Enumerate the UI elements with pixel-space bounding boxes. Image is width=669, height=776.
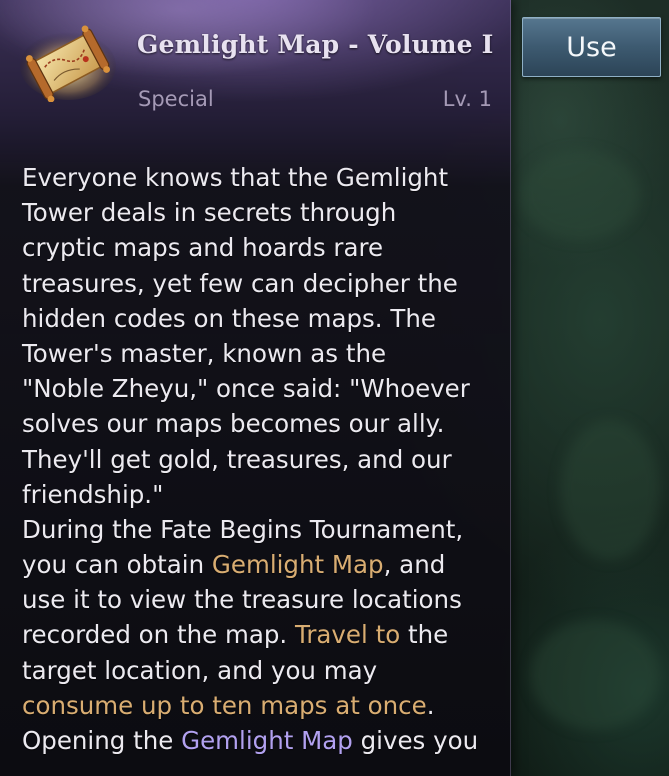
description-text: you can obtain: [22, 550, 212, 580]
description-line: hidden codes on these maps. The: [22, 303, 436, 333]
description-text: .: [426, 690, 435, 720]
description-line: friendship.": [22, 479, 164, 509]
description-line: recorded on the map. Travel to the: [22, 617, 502, 652]
treasure-map-scroll-icon: [20, 25, 116, 102]
item-tooltip: Gemlight Map - Volume I Special Lv. 1 Ev…: [0, 0, 511, 776]
highlight-gemlight-map: Gemlight Map: [211, 550, 384, 580]
item-category: Special: [138, 87, 214, 111]
description-text: , and: [383, 550, 446, 580]
item-level: Lv. 1: [442, 87, 492, 111]
description-text: recorded on the map.: [22, 620, 295, 650]
description-line: Tower's master, known as the: [22, 338, 387, 368]
description-text: gives you: [352, 726, 479, 755]
description-line: During the Fate Begins Tournament,: [22, 514, 464, 544]
description-line: They'll get gold, treasures, and our: [22, 444, 452, 474]
description-line: Everyone knows that the Gemlight: [22, 163, 449, 192]
item-description: Everyone knows that the Gemlight Tower d…: [22, 160, 502, 758]
description-line: Opening the Gemlight Map gives you: [22, 723, 502, 758]
description-line: treasures, yet few can decipher the: [22, 268, 458, 298]
highlight-travel-to: Travel to: [294, 620, 401, 650]
description-line: solves our maps becomes our ally.: [22, 409, 445, 439]
item-name: Gemlight Map - Volume I: [137, 30, 494, 59]
description-line: use it to view the treasure locations: [22, 585, 462, 615]
description-line: Tower deals in secrets through: [22, 198, 397, 228]
description-text: the: [400, 620, 449, 650]
description-line: you can obtain Gemlight Map, and: [22, 547, 502, 582]
use-button[interactable]: Use: [522, 17, 661, 77]
highlight-consume-maps: consume up to ten maps at once: [22, 690, 427, 720]
description-line: consume up to ten maps at once.: [22, 688, 502, 723]
description-line: "Noble Zheyu," once said: "Whoever: [22, 374, 470, 404]
description-text: Opening the: [22, 726, 182, 755]
description-line: cryptic maps and hoards rare: [22, 233, 384, 263]
highlight-gemlight-map-link: Gemlight Map: [181, 726, 353, 755]
description-line: target location, and you may: [22, 655, 378, 685]
